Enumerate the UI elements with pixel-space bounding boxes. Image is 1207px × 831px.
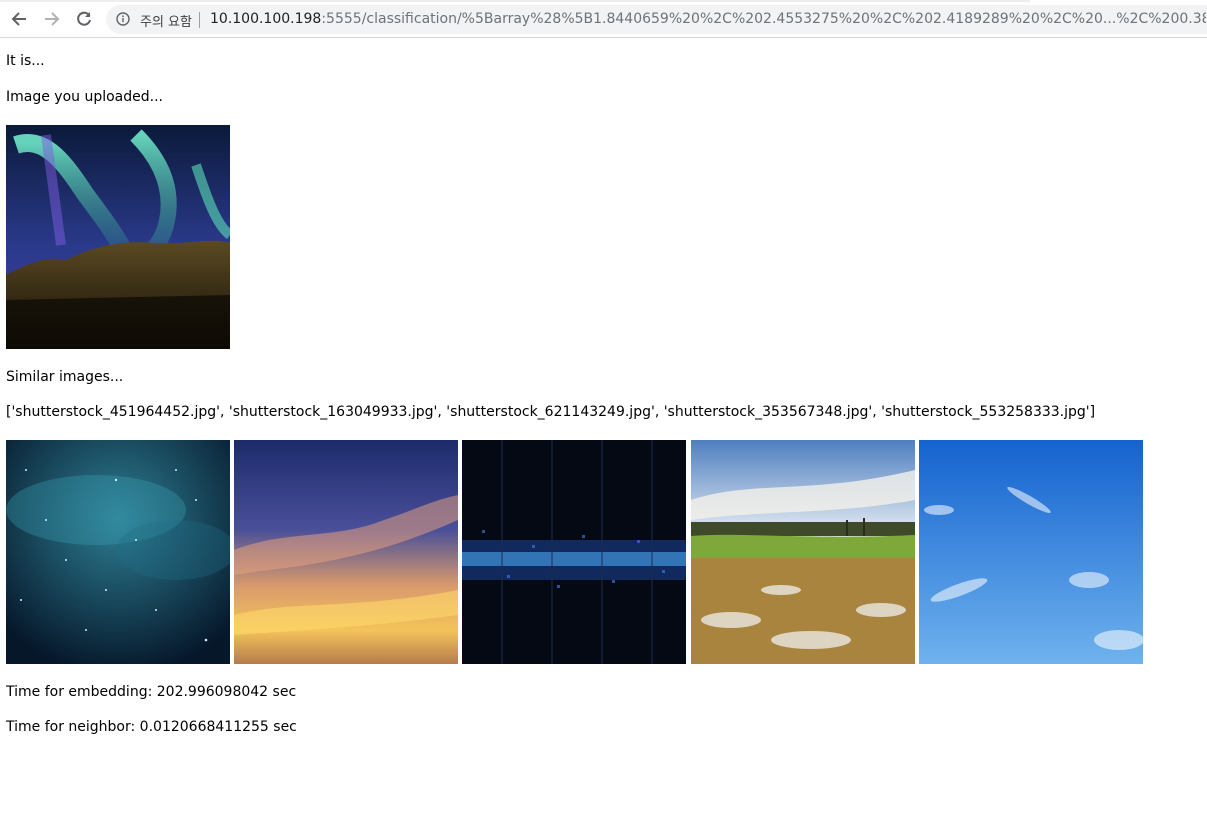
info-icon[interactable] [116, 12, 130, 26]
embedding-time: Time for embedding: 202.996098042 sec [6, 684, 297, 700]
similar-label: Similar images... [6, 369, 124, 385]
similar-file-list: ['shutterstock_451964452.jpg', 'shutters… [6, 404, 1096, 420]
url-path: :5555/classification/%5Barray%28%5B1.844… [321, 11, 1206, 27]
uploaded-label: Image you uploaded... [6, 89, 164, 105]
result-label: It is... [6, 53, 45, 69]
similar-image-5 [919, 440, 1143, 664]
similar-image-3 [462, 440, 686, 664]
similar-image-1 [6, 440, 230, 664]
similar-image-4 [691, 440, 915, 664]
url-text[interactable]: 10.100.100.198:5555/classification/%5Bar… [210, 11, 1206, 27]
back-arrow-icon[interactable] [8, 8, 30, 30]
address-separator [199, 12, 200, 28]
uploaded-image-aurora [6, 125, 230, 349]
security-warning: 주의 요함 [140, 15, 192, 30]
similar-image-2 [234, 440, 458, 664]
url-host: 10.100.100.198 [210, 11, 322, 27]
browser-toolbar: 주의 요함 10.100.100.198:5555/classification… [0, 0, 1207, 38]
neighbor-time: Time for neighbor: 0.0120668411255 sec [6, 719, 297, 735]
address-bar[interactable]: 주의 요함 10.100.100.198:5555/classification… [106, 5, 1207, 34]
tab-strip-edge [0, 0, 1030, 2]
forward-arrow-icon[interactable] [41, 8, 63, 30]
reload-icon[interactable] [73, 8, 95, 30]
